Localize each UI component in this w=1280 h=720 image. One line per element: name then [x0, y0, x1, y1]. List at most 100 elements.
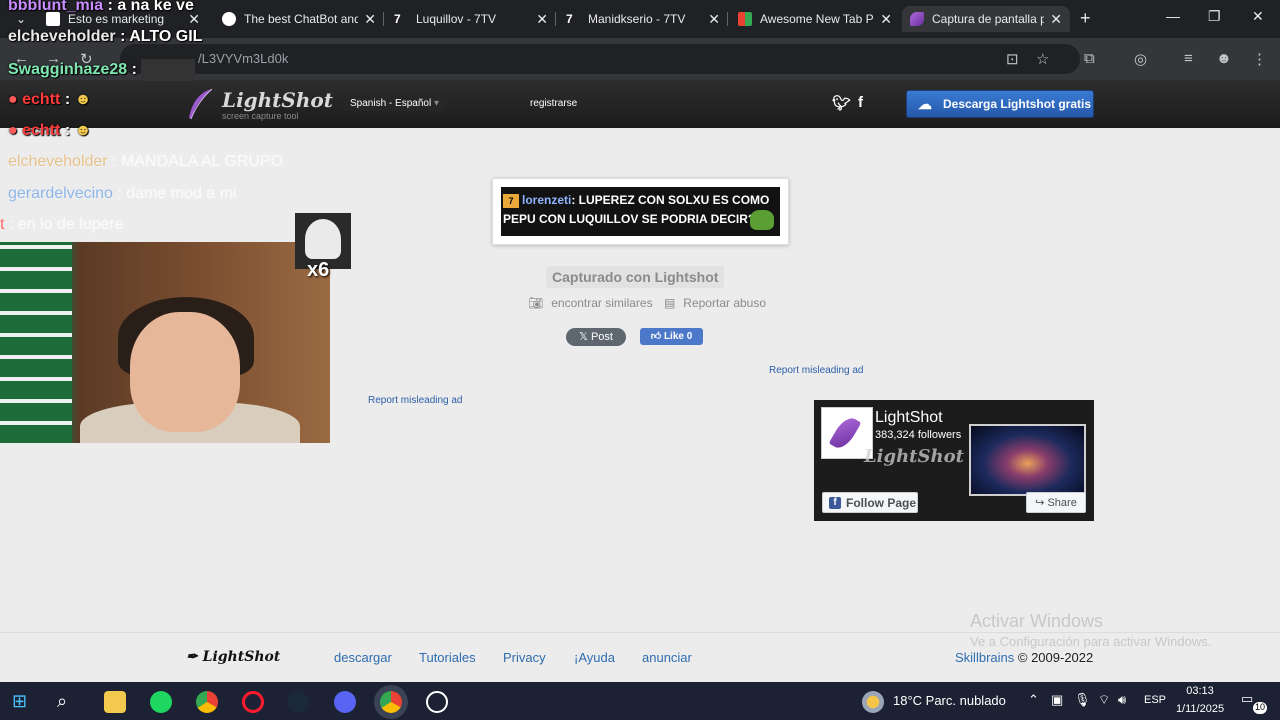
clock-date[interactable]: 1/11/2025: [1170, 703, 1230, 715]
skillbrains-link[interactable]: Skillbrains: [955, 650, 1014, 665]
facebook-icon[interactable]: f: [858, 94, 863, 111]
new-tab-button[interactable]: +: [1080, 8, 1091, 29]
chat-message: Swagginhaze28 :: [8, 59, 196, 81]
file-explorer-icon[interactable]: [104, 691, 126, 713]
bookmark-star-icon[interactable]: ☆: [1036, 50, 1049, 68]
notification-count-badge: 10: [1253, 702, 1267, 714]
extensions-icon[interactable]: ⧉: [1084, 50, 1095, 67]
share-button[interactable]: ↪ Share: [1026, 492, 1086, 513]
chat-username: Swagginhaze28: [8, 61, 128, 79]
spotify-icon[interactable]: [150, 691, 172, 713]
address-bar[interactable]: /L3VYVm3Ld0k: [120, 44, 1080, 74]
streamer-face: [130, 312, 240, 432]
tab-chatbot[interactable]: The best ChatBot and ✕: [214, 6, 384, 32]
chrome-active-icon[interactable]: [380, 691, 402, 713]
search-icon[interactable]: ⌕: [57, 691, 79, 713]
report-misleading-ad-link[interactable]: Report misleading ad: [769, 365, 864, 376]
badge-icon: ●: [8, 91, 18, 108]
profile-avatar[interactable]: ☻: [1216, 50, 1232, 67]
install-app-icon[interactable]: ⊡: [1006, 50, 1019, 68]
chevron-up-icon[interactable]: ⌃: [1028, 692, 1039, 708]
facebook-like-button[interactable]: 👍︎ Like 0: [640, 328, 703, 345]
chat-username: echtt: [22, 91, 61, 108]
feather-icon: [189, 88, 213, 120]
chat-text: : ALTO GIL: [120, 28, 203, 45]
weather-icon[interactable]: [862, 691, 884, 713]
volume-icon[interactable]: 🔊︎: [1118, 692, 1126, 708]
chat-text: :: [64, 91, 71, 108]
chat-text: : en lo de lupere: [8, 216, 124, 233]
footer-link-privacy[interactable]: Privacy: [503, 650, 546, 665]
obs-icon[interactable]: [426, 691, 448, 713]
chat-username: gerardelvecino: [8, 185, 113, 202]
close-icon[interactable]: ✕: [536, 11, 548, 28]
facebook-page-widget[interactable]: LightShot 383,324 followers LightShot f …: [814, 400, 1094, 521]
screenshot-icon[interactable]: ◎: [1134, 50, 1147, 68]
chat-message: ● echtt : ☻: [8, 91, 91, 109]
report-misleading-ad-link[interactable]: Report misleading ad: [368, 395, 463, 406]
download-icon: ☁: [918, 95, 932, 112]
close-icon[interactable]: ✕: [708, 11, 720, 28]
footer-link-descargar[interactable]: descargar: [334, 650, 392, 665]
close-icon[interactable]: ✕: [364, 11, 376, 28]
7tv-icon: 7: [566, 12, 573, 26]
chat-username: bbblunt_mia: [8, 0, 104, 14]
opera-icon[interactable]: [242, 691, 264, 713]
footer-logo[interactable]: ✒︎ LightShot: [186, 649, 280, 665]
steam-icon[interactable]: [287, 691, 309, 713]
report-abuse-link[interactable]: Reportar abuso: [683, 296, 766, 310]
screenshot-image[interactable]: 7 lorenzeti: LUPEREZ CON SOLXU ES COMO PE…: [492, 178, 789, 245]
chat-text: : dame mod a mi: [117, 185, 237, 202]
tab-awesome-new-tab[interactable]: Awesome New Tab P ✕: [730, 6, 900, 32]
tab-manidkserio[interactable]: 7 Manidkserio - 7TV ✕: [558, 6, 728, 32]
screenshot-username: lorenzeti: [522, 193, 572, 207]
windows-start-icon[interactable]: ⊞: [12, 691, 34, 713]
discord-icon[interactable]: [334, 691, 356, 713]
footer-link-ayuda[interactable]: ¡Ayuda: [574, 650, 615, 665]
camera-icon: 📷︎: [528, 296, 544, 310]
clock-time[interactable]: 03:13: [1176, 685, 1224, 697]
lightshot-feather-icon: [910, 12, 924, 26]
chrome-icon[interactable]: [196, 691, 218, 713]
fb-page-name[interactable]: LightShot: [875, 409, 943, 427]
emote-count: x6: [307, 259, 330, 281]
close-window-icon[interactable]: ✕: [1252, 8, 1264, 25]
media-icon[interactable]: ≡: [1184, 50, 1193, 67]
cover-image: [969, 424, 1086, 496]
screenshot-actions: 📷︎ encontrar similares ▤ Reportar abuso: [528, 296, 774, 310]
follow-page-button[interactable]: f Follow Page: [822, 492, 918, 513]
footer-link-anunciar[interactable]: anunciar: [642, 650, 692, 665]
download-button[interactable]: ☁ Descarga Lightshot gratis: [906, 90, 1094, 118]
7tv-icon: 7: [394, 12, 401, 26]
minimize-icon[interactable]: —: [1166, 8, 1180, 24]
notifications-icon[interactable]: ▭: [1241, 691, 1253, 707]
language-select[interactable]: Spanish - Español ▾: [344, 96, 445, 111]
close-icon[interactable]: ✕: [880, 11, 892, 28]
chat-message: bbblunt_mia : a na ke ve: [8, 0, 194, 15]
footer-link-tutoriales[interactable]: Tutoriales: [419, 650, 476, 665]
webcam-overlay: [0, 242, 330, 443]
chat-message: elcheveholder : ALTO GIL: [8, 28, 202, 46]
footer-divider: [0, 632, 1280, 633]
tab-divider: [383, 12, 384, 26]
app-tray-icon[interactable]: ▣: [1051, 692, 1063, 708]
menu-icon[interactable]: ⋮: [1252, 50, 1267, 68]
chatbot-icon: [222, 12, 236, 26]
weather-text[interactable]: 18°C Parc. nublado: [893, 693, 1006, 708]
wifi-icon[interactable]: ⌔: [1098, 692, 1110, 708]
captured-with-label: Capturado con Lightshot: [546, 266, 725, 288]
activate-windows-title: Activar Windows: [970, 611, 1104, 631]
find-similar-link[interactable]: encontrar similares: [551, 296, 652, 310]
restore-icon[interactable]: ❐: [1208, 8, 1221, 25]
chat-text: :: [131, 61, 137, 79]
language-indicator[interactable]: ESP: [1144, 694, 1166, 706]
tab-luquillov[interactable]: 7 Luquillov - 7TV ✕: [386, 6, 556, 32]
chevron-down-icon: ▾: [433, 98, 439, 109]
x-post-button[interactable]: 𝕏 Post: [566, 328, 626, 346]
register-link[interactable]: registrarse: [524, 96, 583, 111]
emote-image: [141, 59, 196, 81]
tab-captura-de-pantalla[interactable]: Captura de pantalla p ✕: [902, 6, 1070, 32]
close-icon[interactable]: ✕: [1050, 11, 1062, 28]
twitter-icon[interactable]: 🐦︎: [832, 94, 851, 112]
microphone-icon[interactable]: 🎙︎: [1074, 692, 1091, 708]
